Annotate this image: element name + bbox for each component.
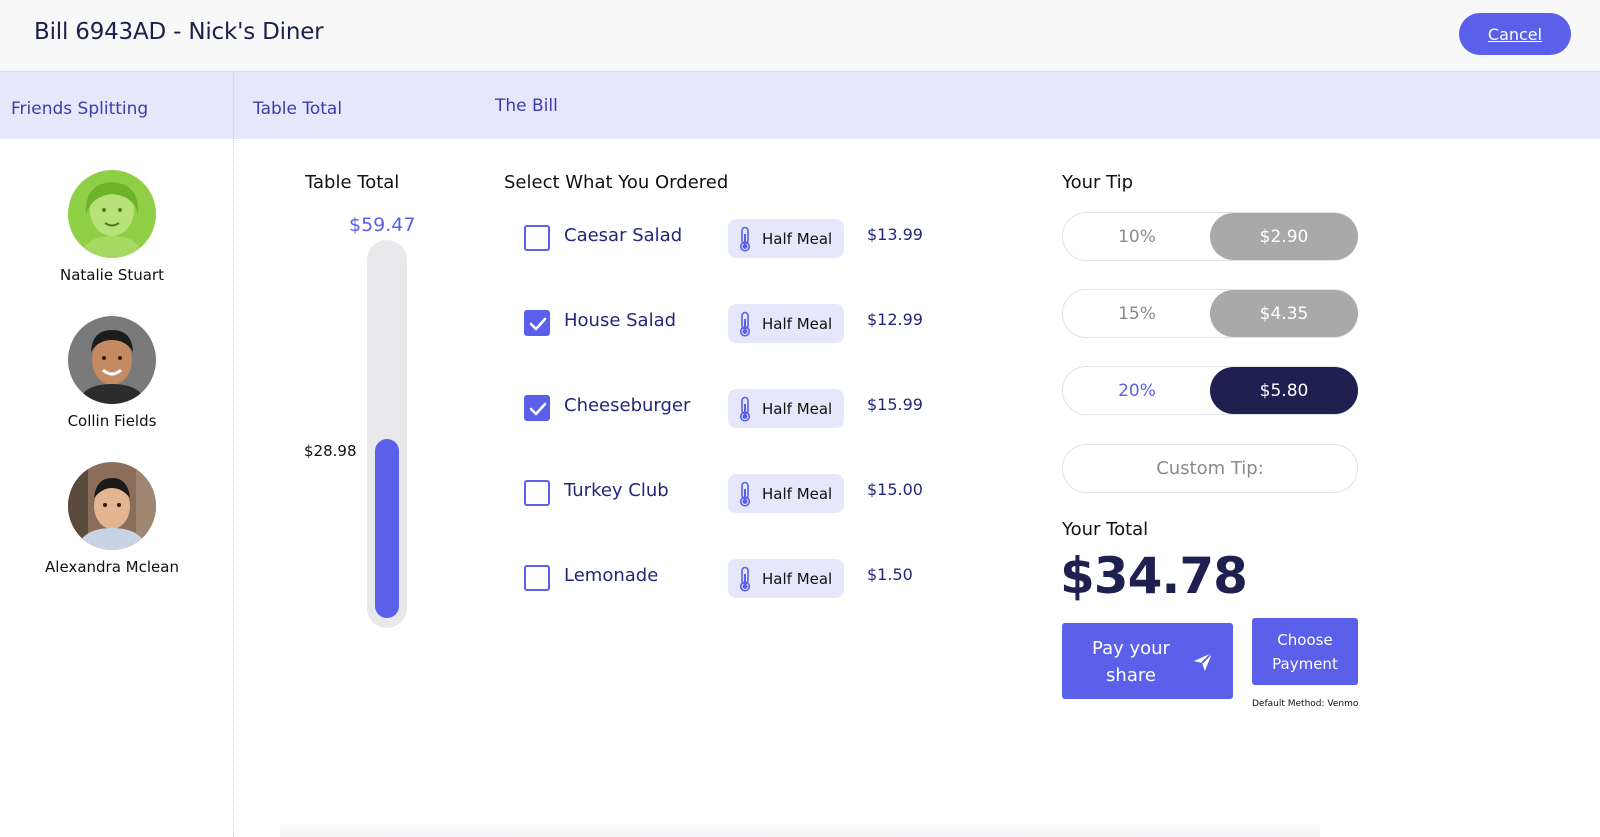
half-meal-toggle[interactable]: Half Meal xyxy=(728,219,844,258)
half-meal-toggle[interactable]: Half Meal xyxy=(728,474,844,513)
item-price: $13.99 xyxy=(867,225,923,244)
share-progress-fill xyxy=(375,439,399,618)
tip-option-3[interactable]: 20% $5.80 xyxy=(1062,366,1358,415)
friend-card[interactable]: Alexandra Mclean xyxy=(12,462,212,576)
cancel-button[interactable]: Cancel xyxy=(1459,13,1571,55)
tip-percent[interactable]: 15% xyxy=(1063,290,1211,337)
choose-payment-label: Choose Payment xyxy=(1272,630,1338,673)
tip-heading: Your Tip xyxy=(1062,172,1134,193)
share-progress-bar xyxy=(367,240,407,628)
half-meal-toggle[interactable]: Half Meal xyxy=(728,559,844,598)
total-heading: Your Total xyxy=(1062,519,1149,540)
friend-name: Natalie Stuart xyxy=(60,266,164,284)
check-icon xyxy=(529,317,547,331)
tip-percent[interactable]: 10% xyxy=(1063,213,1211,260)
avatar xyxy=(68,170,156,258)
section-tab-bar: Friends Splitting Table Total The Bill xyxy=(0,72,1600,139)
order-item-row[interactable]: Turkey Club Half Meal $15.00 xyxy=(522,474,942,517)
order-item-row[interactable]: Cheeseburger Half Meal $15.99 xyxy=(522,389,942,432)
item-name: Lemonade xyxy=(564,565,659,586)
friend-name: Alexandra Mclean xyxy=(45,558,179,576)
item-name: Turkey Club xyxy=(564,480,669,501)
item-name: Caesar Salad xyxy=(564,225,683,246)
item-price: $1.50 xyxy=(867,565,913,584)
checkbox[interactable] xyxy=(524,565,550,591)
tip-amount[interactable]: $2.90 xyxy=(1210,213,1358,260)
checkbox-checked[interactable] xyxy=(524,395,550,421)
tab-the-bill[interactable]: The Bill xyxy=(495,96,558,116)
friend-card[interactable]: Collin Fields xyxy=(12,316,212,430)
half-meal-label: Half Meal xyxy=(762,314,833,333)
default-method-text: Default Method: Venmo xyxy=(1252,699,1359,709)
half-meal-label: Half Meal xyxy=(762,229,833,248)
order-item-row[interactable]: Caesar Salad Half Meal $13.99 xyxy=(522,219,942,262)
friend-card[interactable]: Natalie Stuart xyxy=(12,170,212,284)
tip-option-1[interactable]: 10% $2.90 xyxy=(1062,212,1358,261)
order-item-row[interactable]: Lemonade Half Meal $1.50 xyxy=(522,559,942,602)
send-icon xyxy=(1193,652,1213,672)
table-total-amount: $59.47 xyxy=(349,214,416,236)
tip-amount[interactable]: $5.80 xyxy=(1210,367,1358,414)
half-meal-label: Half Meal xyxy=(762,569,833,588)
half-meal-toggle[interactable]: Half Meal xyxy=(728,304,844,343)
tab-friends-splitting[interactable]: Friends Splitting xyxy=(11,99,148,119)
checkbox-checked[interactable] xyxy=(524,310,550,336)
pay-share-button[interactable]: Pay your share xyxy=(1062,623,1233,699)
item-price: $15.00 xyxy=(867,480,923,499)
checkbox[interactable] xyxy=(524,480,550,506)
sidebar-divider xyxy=(233,72,234,837)
pay-share-label: Pay your share xyxy=(1092,638,1170,686)
total-amount: $34.78 xyxy=(1060,547,1248,605)
half-meal-label: Half Meal xyxy=(762,484,833,503)
avatar xyxy=(68,316,156,404)
bottom-shadow xyxy=(280,822,1320,837)
choose-payment-button[interactable]: Choose Payment xyxy=(1252,618,1358,685)
checkbox[interactable] xyxy=(524,225,550,251)
tab-table-total[interactable]: Table Total xyxy=(253,99,342,119)
thermometer-icon xyxy=(739,396,751,422)
half-meal-toggle[interactable]: Half Meal xyxy=(728,389,844,428)
top-bar: Bill 6943AD - Nick's Diner Cancel xyxy=(0,0,1600,72)
thermometer-icon xyxy=(739,566,751,592)
custom-tip-input[interactable]: Custom Tip: xyxy=(1062,444,1358,493)
half-meal-label: Half Meal xyxy=(762,399,833,418)
item-price: $12.99 xyxy=(867,310,923,329)
table-total-heading: Table Total xyxy=(305,172,400,193)
avatar xyxy=(68,462,156,550)
check-icon xyxy=(529,402,547,416)
page-title: Bill 6943AD - Nick's Diner xyxy=(34,19,324,45)
tip-percent[interactable]: 20% xyxy=(1063,367,1211,414)
order-item-row[interactable]: House Salad Half Meal $12.99 xyxy=(522,304,942,347)
thermometer-icon xyxy=(739,311,751,337)
thermometer-icon xyxy=(739,481,751,507)
tip-option-2[interactable]: 15% $4.35 xyxy=(1062,289,1358,338)
friend-name: Collin Fields xyxy=(67,412,157,430)
item-price: $15.99 xyxy=(867,395,923,414)
order-heading: Select What You Ordered xyxy=(504,172,729,193)
thermometer-icon xyxy=(739,226,751,252)
item-name: Cheeseburger xyxy=(564,395,691,416)
tip-amount[interactable]: $4.35 xyxy=(1210,290,1358,337)
your-share-amount: $28.98 xyxy=(304,442,357,460)
item-name: House Salad xyxy=(564,310,677,331)
